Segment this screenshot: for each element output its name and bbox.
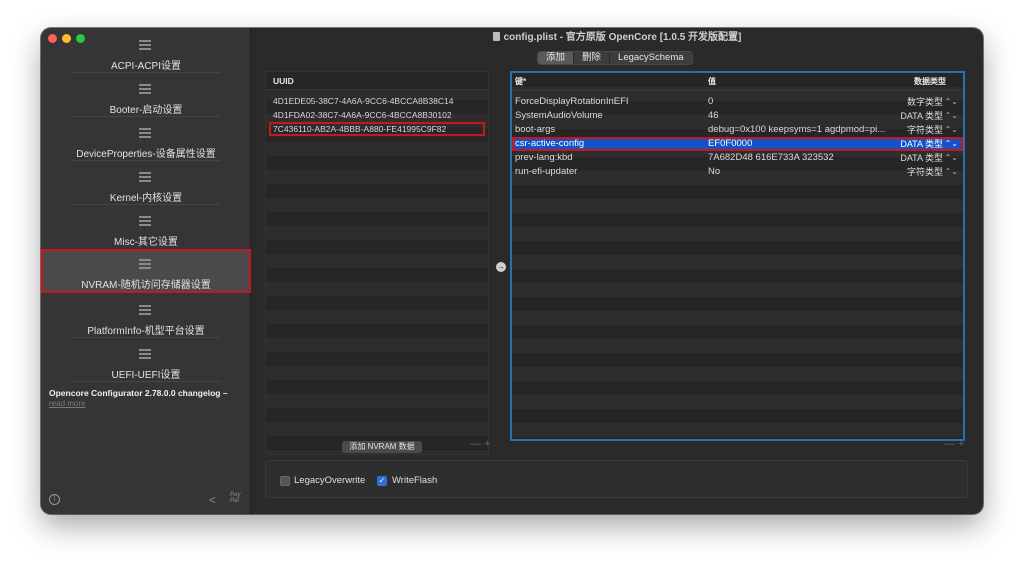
divider bbox=[71, 116, 221, 117]
divider bbox=[71, 381, 221, 382]
type-cell[interactable]: 字符类型 bbox=[907, 123, 943, 137]
nvram-data-panel: 键* 值 数据类型 ForceDisplayRotationInEFI 0 数字… bbox=[510, 71, 965, 441]
list-icon bbox=[139, 259, 151, 270]
key-cell[interactable]: boot-args bbox=[515, 123, 555, 137]
sidebar-item-label: DeviceProperties-设备属性设置 bbox=[76, 149, 216, 160]
table-row[interactable]: SystemAudioVolume 46 DATA 类型 ⌃⌄ bbox=[512, 109, 963, 123]
value-column-header[interactable]: 值 bbox=[708, 73, 716, 91]
type-cell[interactable]: DATA 类型 bbox=[900, 109, 943, 123]
value-cell[interactable]: No bbox=[708, 165, 894, 179]
uuid-column-header[interactable]: UUID bbox=[266, 72, 488, 90]
uuid-row[interactable]: 4D1EDE05-38C7-4A6A-9CC6-4BCCA8B38C14 bbox=[266, 94, 488, 108]
type-cell[interactable]: 数字类型 bbox=[907, 95, 943, 109]
value-cell[interactable]: 7A682D48 616E733A 323532 bbox=[708, 151, 894, 165]
tab-add[interactable]: 添加 bbox=[538, 52, 575, 64]
stepper-icon[interactable]: ⌃⌄ bbox=[945, 137, 958, 151]
add-nvram-button[interactable]: 添加 NVRAM 数据 bbox=[342, 441, 422, 453]
list-icon bbox=[139, 128, 151, 139]
paypal-icon[interactable]: Pay Pal bbox=[230, 492, 241, 504]
power-icon[interactable]: | bbox=[49, 494, 60, 505]
document-icon bbox=[492, 32, 500, 41]
sidebar-item-uefi[interactable]: UEFI-UEFI设置 bbox=[41, 341, 251, 385]
legacy-overwrite-checkbox[interactable] bbox=[280, 476, 290, 486]
options-panel: LegacyOverwrite ✓ WriteFlash bbox=[265, 460, 968, 498]
read-more-link[interactable]: read more bbox=[49, 399, 85, 408]
type-cell[interactable]: DATA 类型 bbox=[900, 137, 943, 151]
uuid-row[interactable]: 4D1FDA02-38C7-4A6A-9CC6-4BCCA8B30102 bbox=[266, 108, 488, 122]
key-cell[interactable]: prev-lang:kbd bbox=[515, 151, 573, 165]
sidebar-item-label: Booter-启动设置 bbox=[109, 105, 183, 116]
divider bbox=[71, 204, 221, 205]
tab-delete[interactable]: 删除 bbox=[574, 52, 611, 64]
stepper-icon[interactable]: ⌃⌄ bbox=[945, 95, 958, 109]
sidebar-item-deviceproperties[interactable]: DeviceProperties-设备属性设置 bbox=[41, 120, 251, 164]
uuid-list-panel: UUID 4D1EDE05-38C7-4A6A-9CC6-4BCCA8B38C1… bbox=[265, 71, 489, 455]
list-icon bbox=[139, 305, 151, 316]
changelog-text: Opencore Configurator 2.78.0.0 changelog… bbox=[49, 388, 228, 398]
tab-legacyschema[interactable]: LegacySchema bbox=[610, 52, 691, 64]
list-icon bbox=[139, 40, 151, 51]
value-cell[interactable]: debug=0x100 keepsyms=1 agdpmod=pi... bbox=[708, 123, 894, 137]
table-row[interactable]: boot-args debug=0x100 keepsyms=1 agdpmod… bbox=[512, 123, 963, 137]
write-flash-checkbox[interactable]: ✓ bbox=[377, 476, 387, 486]
uuid-row-selected[interactable]: 7C436110-AB2A-4BBB-A880-FE41995C9F82 bbox=[269, 122, 485, 136]
sidebar-item-label: Misc-其它设置 bbox=[114, 237, 178, 248]
list-icon bbox=[139, 84, 151, 95]
stepper-icon[interactable]: ⌃⌄ bbox=[945, 123, 958, 137]
sidebar-item-platforminfo[interactable]: PlatformInfo-机型平台设置 bbox=[41, 297, 251, 341]
segmented-control: 添加 删除 LegacySchema bbox=[537, 51, 693, 65]
stepper-icon[interactable]: ⌃⌄ bbox=[945, 165, 958, 179]
table-row[interactable]: prev-lang:kbd 7A682D48 616E733A 323532 D… bbox=[512, 151, 963, 165]
value-cell[interactable]: EF0F0000 bbox=[708, 137, 894, 151]
sidebar-item-label: Kernel-内核设置 bbox=[109, 193, 183, 204]
list-icon bbox=[139, 172, 151, 183]
table-header: 键* 值 数据类型 bbox=[512, 73, 963, 91]
divider bbox=[71, 72, 221, 73]
sidebar-item-misc[interactable]: Misc-其它设置 bbox=[41, 208, 251, 252]
sidebar: ACPI-ACPI设置 Booter-启动设置 DeviceProperties… bbox=[41, 28, 251, 514]
list-icon bbox=[139, 216, 151, 227]
write-flash-label: WriteFlash bbox=[392, 475, 438, 486]
table-row[interactable]: run-efi-updater No 字符类型 ⌃⌄ bbox=[512, 165, 963, 179]
sidebar-item-label: ACPI-ACPI设置 bbox=[110, 61, 181, 72]
uuid-add-remove-buttons[interactable]: — + bbox=[470, 438, 490, 450]
title-bar: config.plist - 官方原版 OpenCore [1.0.5 开发版配… bbox=[251, 28, 983, 48]
key-column-header[interactable]: 键* bbox=[515, 73, 526, 91]
table-row[interactable]: ForceDisplayRotationInEFI 0 数字类型 ⌃⌄ bbox=[512, 95, 963, 109]
share-icon[interactable]: < bbox=[209, 493, 216, 507]
sidebar-item-kernel[interactable]: Kernel-内核设置 bbox=[41, 164, 251, 208]
app-window: ACPI-ACPI设置 Booter-启动设置 DeviceProperties… bbox=[41, 28, 983, 514]
sidebar-item-acpi[interactable]: ACPI-ACPI设置 bbox=[41, 32, 251, 76]
arrow-right-icon[interactable]: → bbox=[496, 262, 506, 272]
type-column-header[interactable]: 数据类型 bbox=[914, 73, 946, 91]
value-cell[interactable]: 0 bbox=[708, 95, 894, 109]
data-add-remove-buttons[interactable]: — + bbox=[944, 438, 964, 450]
key-cell[interactable]: ForceDisplayRotationInEFI bbox=[515, 95, 629, 109]
sidebar-item-label: UEFI-UEFI设置 bbox=[111, 370, 181, 381]
value-cell[interactable]: 46 bbox=[708, 109, 894, 123]
key-cell[interactable]: SystemAudioVolume bbox=[515, 109, 603, 123]
divider bbox=[71, 160, 221, 161]
stepper-icon[interactable]: ⌃⌄ bbox=[945, 109, 958, 123]
window-title: config.plist - 官方原版 OpenCore [1.0.5 开发版配… bbox=[503, 32, 742, 43]
divider bbox=[71, 337, 221, 338]
legacy-overwrite-label: LegacyOverwrite bbox=[294, 475, 366, 486]
stepper-icon[interactable]: ⌃⌄ bbox=[945, 151, 958, 165]
sidebar-item-nvram[interactable]: NVRAM-随机访问存储器设置 bbox=[41, 249, 251, 293]
table-row-selected[interactable]: csr-active-config EF0F0000 DATA 类型 ⌃⌄ bbox=[512, 137, 963, 151]
sidebar-item-label: NVRAM-随机访问存储器设置 bbox=[81, 280, 211, 291]
key-cell[interactable]: run-efi-updater bbox=[515, 165, 577, 179]
type-cell[interactable]: 字符类型 bbox=[907, 165, 943, 179]
type-cell[interactable]: DATA 类型 bbox=[900, 151, 943, 165]
key-cell[interactable]: csr-active-config bbox=[515, 137, 584, 151]
sidebar-item-label: PlatformInfo-机型平台设置 bbox=[87, 326, 205, 337]
list-icon bbox=[139, 349, 151, 360]
sidebar-item-booter[interactable]: Booter-启动设置 bbox=[41, 76, 251, 120]
